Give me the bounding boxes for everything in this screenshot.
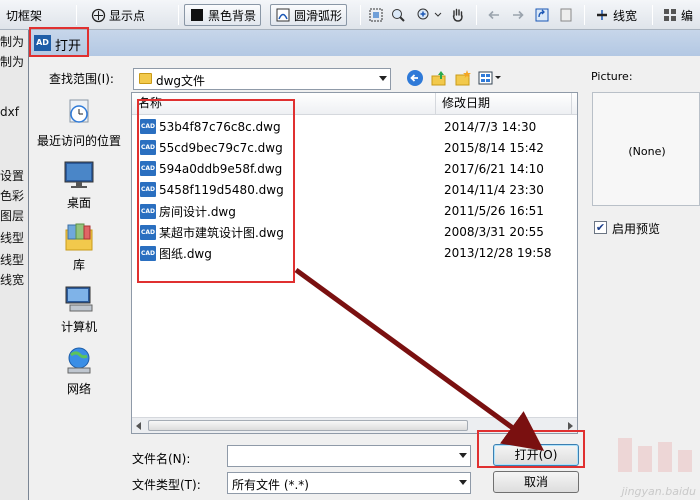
watermark-logo bbox=[610, 432, 698, 478]
annotation-arrow bbox=[294, 267, 545, 451]
watermark-text: jingyan.baidu bbox=[621, 485, 696, 498]
